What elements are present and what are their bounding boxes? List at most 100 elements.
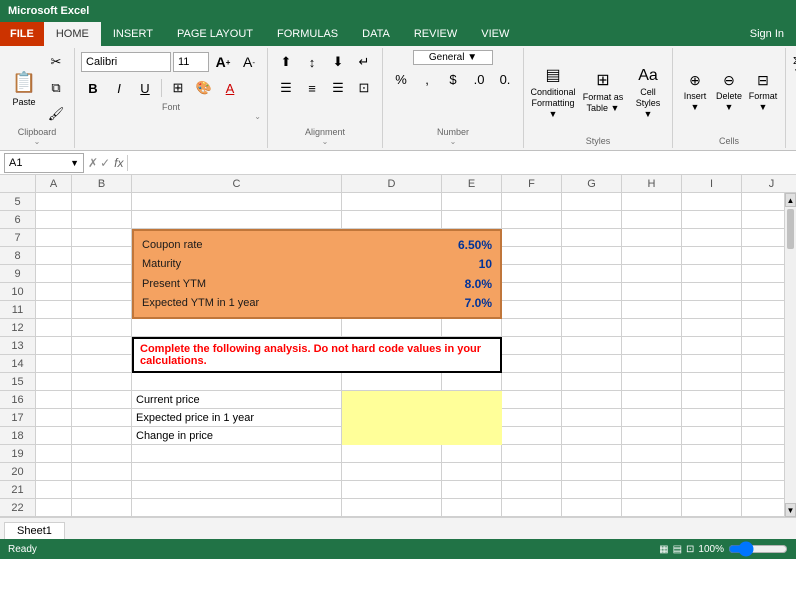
tab-data[interactable]: DATA — [350, 22, 402, 46]
tab-view[interactable]: VIEW — [469, 22, 521, 46]
align-right-button[interactable]: ☰ — [326, 76, 350, 100]
cell-j19[interactable] — [742, 445, 784, 463]
cell-g15[interactable] — [562, 373, 622, 391]
autosum-button[interactable]: Σ AutoSum ▼ — [792, 55, 796, 79]
row-header-12[interactable]: 12 — [0, 319, 35, 337]
cell-c20[interactable] — [132, 463, 342, 481]
cell-d22[interactable] — [342, 499, 442, 517]
cell-g5[interactable] — [562, 193, 622, 211]
cell-h18[interactable] — [622, 427, 682, 445]
cell-b13[interactable] — [72, 337, 132, 355]
cell-j21[interactable] — [742, 481, 784, 499]
font-color-button[interactable]: A — [218, 76, 242, 100]
cell-g12[interactable] — [562, 319, 622, 337]
italic-button[interactable]: I — [107, 76, 131, 100]
cell-i11[interactable] — [682, 301, 742, 319]
cell-styles-button[interactable]: Aa Cell Styles ▼ — [630, 72, 666, 114]
cell-h12[interactable] — [622, 319, 682, 337]
scroll-up-button[interactable]: ▲ — [785, 193, 796, 207]
zoom-slider[interactable] — [728, 545, 788, 553]
row-header-20[interactable]: 20 — [0, 463, 35, 481]
cell-c19[interactable] — [132, 445, 342, 463]
cell-a20[interactable] — [36, 463, 72, 481]
cell-b5[interactable] — [72, 193, 132, 211]
row-header-14[interactable]: 14 — [0, 355, 35, 373]
row-header-18[interactable]: 18 — [0, 427, 35, 445]
font-name-input[interactable] — [81, 52, 171, 72]
cell-b9[interactable] — [72, 265, 132, 283]
cell-d19[interactable] — [342, 445, 442, 463]
cell-j5[interactable] — [742, 193, 784, 211]
cell-h11[interactable] — [622, 301, 682, 319]
cell-a18[interactable] — [36, 427, 72, 445]
number-expand[interactable]: ⌄ — [450, 137, 457, 146]
col-header-b[interactable]: B — [72, 175, 132, 192]
row-header-16[interactable]: 16 — [0, 391, 35, 409]
cell-g14[interactable] — [562, 355, 622, 373]
cell-d12[interactable] — [342, 319, 442, 337]
cell-g13[interactable] — [562, 337, 622, 355]
cell-b18[interactable] — [72, 427, 132, 445]
cancel-button[interactable]: ✗ — [88, 156, 98, 170]
row-header-5[interactable]: 5 — [0, 193, 35, 211]
cell-j11[interactable] — [742, 301, 784, 319]
fill-color-button[interactable]: 🎨 — [192, 76, 216, 100]
cell-h9[interactable] — [622, 265, 682, 283]
row-header-15[interactable]: 15 — [0, 373, 35, 391]
cell-a10[interactable] — [36, 283, 72, 301]
paste-button[interactable]: 📋 Paste — [6, 68, 42, 108]
cell-b19[interactable] — [72, 445, 132, 463]
tab-home[interactable]: HOME — [44, 22, 101, 46]
cell-f20[interactable] — [502, 463, 562, 481]
bold-button[interactable]: B — [81, 76, 105, 100]
scroll-thumb[interactable] — [787, 209, 794, 249]
cell-a7[interactable] — [36, 229, 72, 247]
row-header-19[interactable]: 19 — [0, 445, 35, 463]
currency-button[interactable]: $ — [441, 67, 465, 91]
cell-e6[interactable] — [442, 211, 502, 229]
col-header-c[interactable]: C — [132, 175, 342, 192]
cell-g16[interactable] — [562, 391, 622, 409]
row-header-10[interactable]: 10 — [0, 283, 35, 301]
cell-h13[interactable] — [622, 337, 682, 355]
cell-g22[interactable] — [562, 499, 622, 517]
insert-cells-button[interactable]: ⊕ Insert ▼ — [679, 72, 711, 114]
row-header-7[interactable]: 7 — [0, 229, 35, 247]
col-header-d[interactable]: D — [342, 175, 442, 192]
col-header-j[interactable]: J — [742, 175, 796, 192]
cell-g6[interactable] — [562, 211, 622, 229]
cell-j22[interactable] — [742, 499, 784, 517]
cell-j14[interactable] — [742, 355, 784, 373]
cell-b8[interactable] — [72, 247, 132, 265]
cell-c22[interactable] — [132, 499, 342, 517]
cell-a8[interactable] — [36, 247, 72, 265]
cell-f7[interactable] — [502, 229, 562, 247]
cell-i20[interactable] — [682, 463, 742, 481]
yellow-cell[interactable] — [342, 391, 502, 445]
confirm-button[interactable]: ✓ — [100, 156, 110, 170]
cell-j13[interactable] — [742, 337, 784, 355]
increase-font-button[interactable]: A+ — [211, 50, 235, 74]
cell-e20[interactable] — [442, 463, 502, 481]
cell-g8[interactable] — [562, 247, 622, 265]
cell-h10[interactable] — [622, 283, 682, 301]
conditional-formatting-button[interactable]: ▤ Conditional Formatting ▼ — [530, 72, 576, 114]
cell-j7[interactable] — [742, 229, 784, 247]
font-size-input[interactable] — [173, 52, 209, 72]
col-header-g[interactable]: G — [562, 175, 622, 192]
tab-signin[interactable]: Sign In — [738, 22, 796, 46]
cell-a11[interactable] — [36, 301, 72, 319]
format-cells-button[interactable]: ⊟ Format ▼ — [747, 72, 779, 114]
cell-b10[interactable] — [72, 283, 132, 301]
cell-f10[interactable] — [502, 283, 562, 301]
tab-review[interactable]: REVIEW — [402, 22, 469, 46]
cell-c15[interactable] — [132, 373, 342, 391]
row-header-6[interactable]: 6 — [0, 211, 35, 229]
col-header-h[interactable]: H — [622, 175, 682, 192]
row-header-13[interactable]: 13 — [0, 337, 35, 355]
cell-a12[interactable] — [36, 319, 72, 337]
align-left-button[interactable]: ☰ — [274, 76, 298, 100]
cell-g9[interactable] — [562, 265, 622, 283]
cell-e22[interactable] — [442, 499, 502, 517]
cell-h7[interactable] — [622, 229, 682, 247]
